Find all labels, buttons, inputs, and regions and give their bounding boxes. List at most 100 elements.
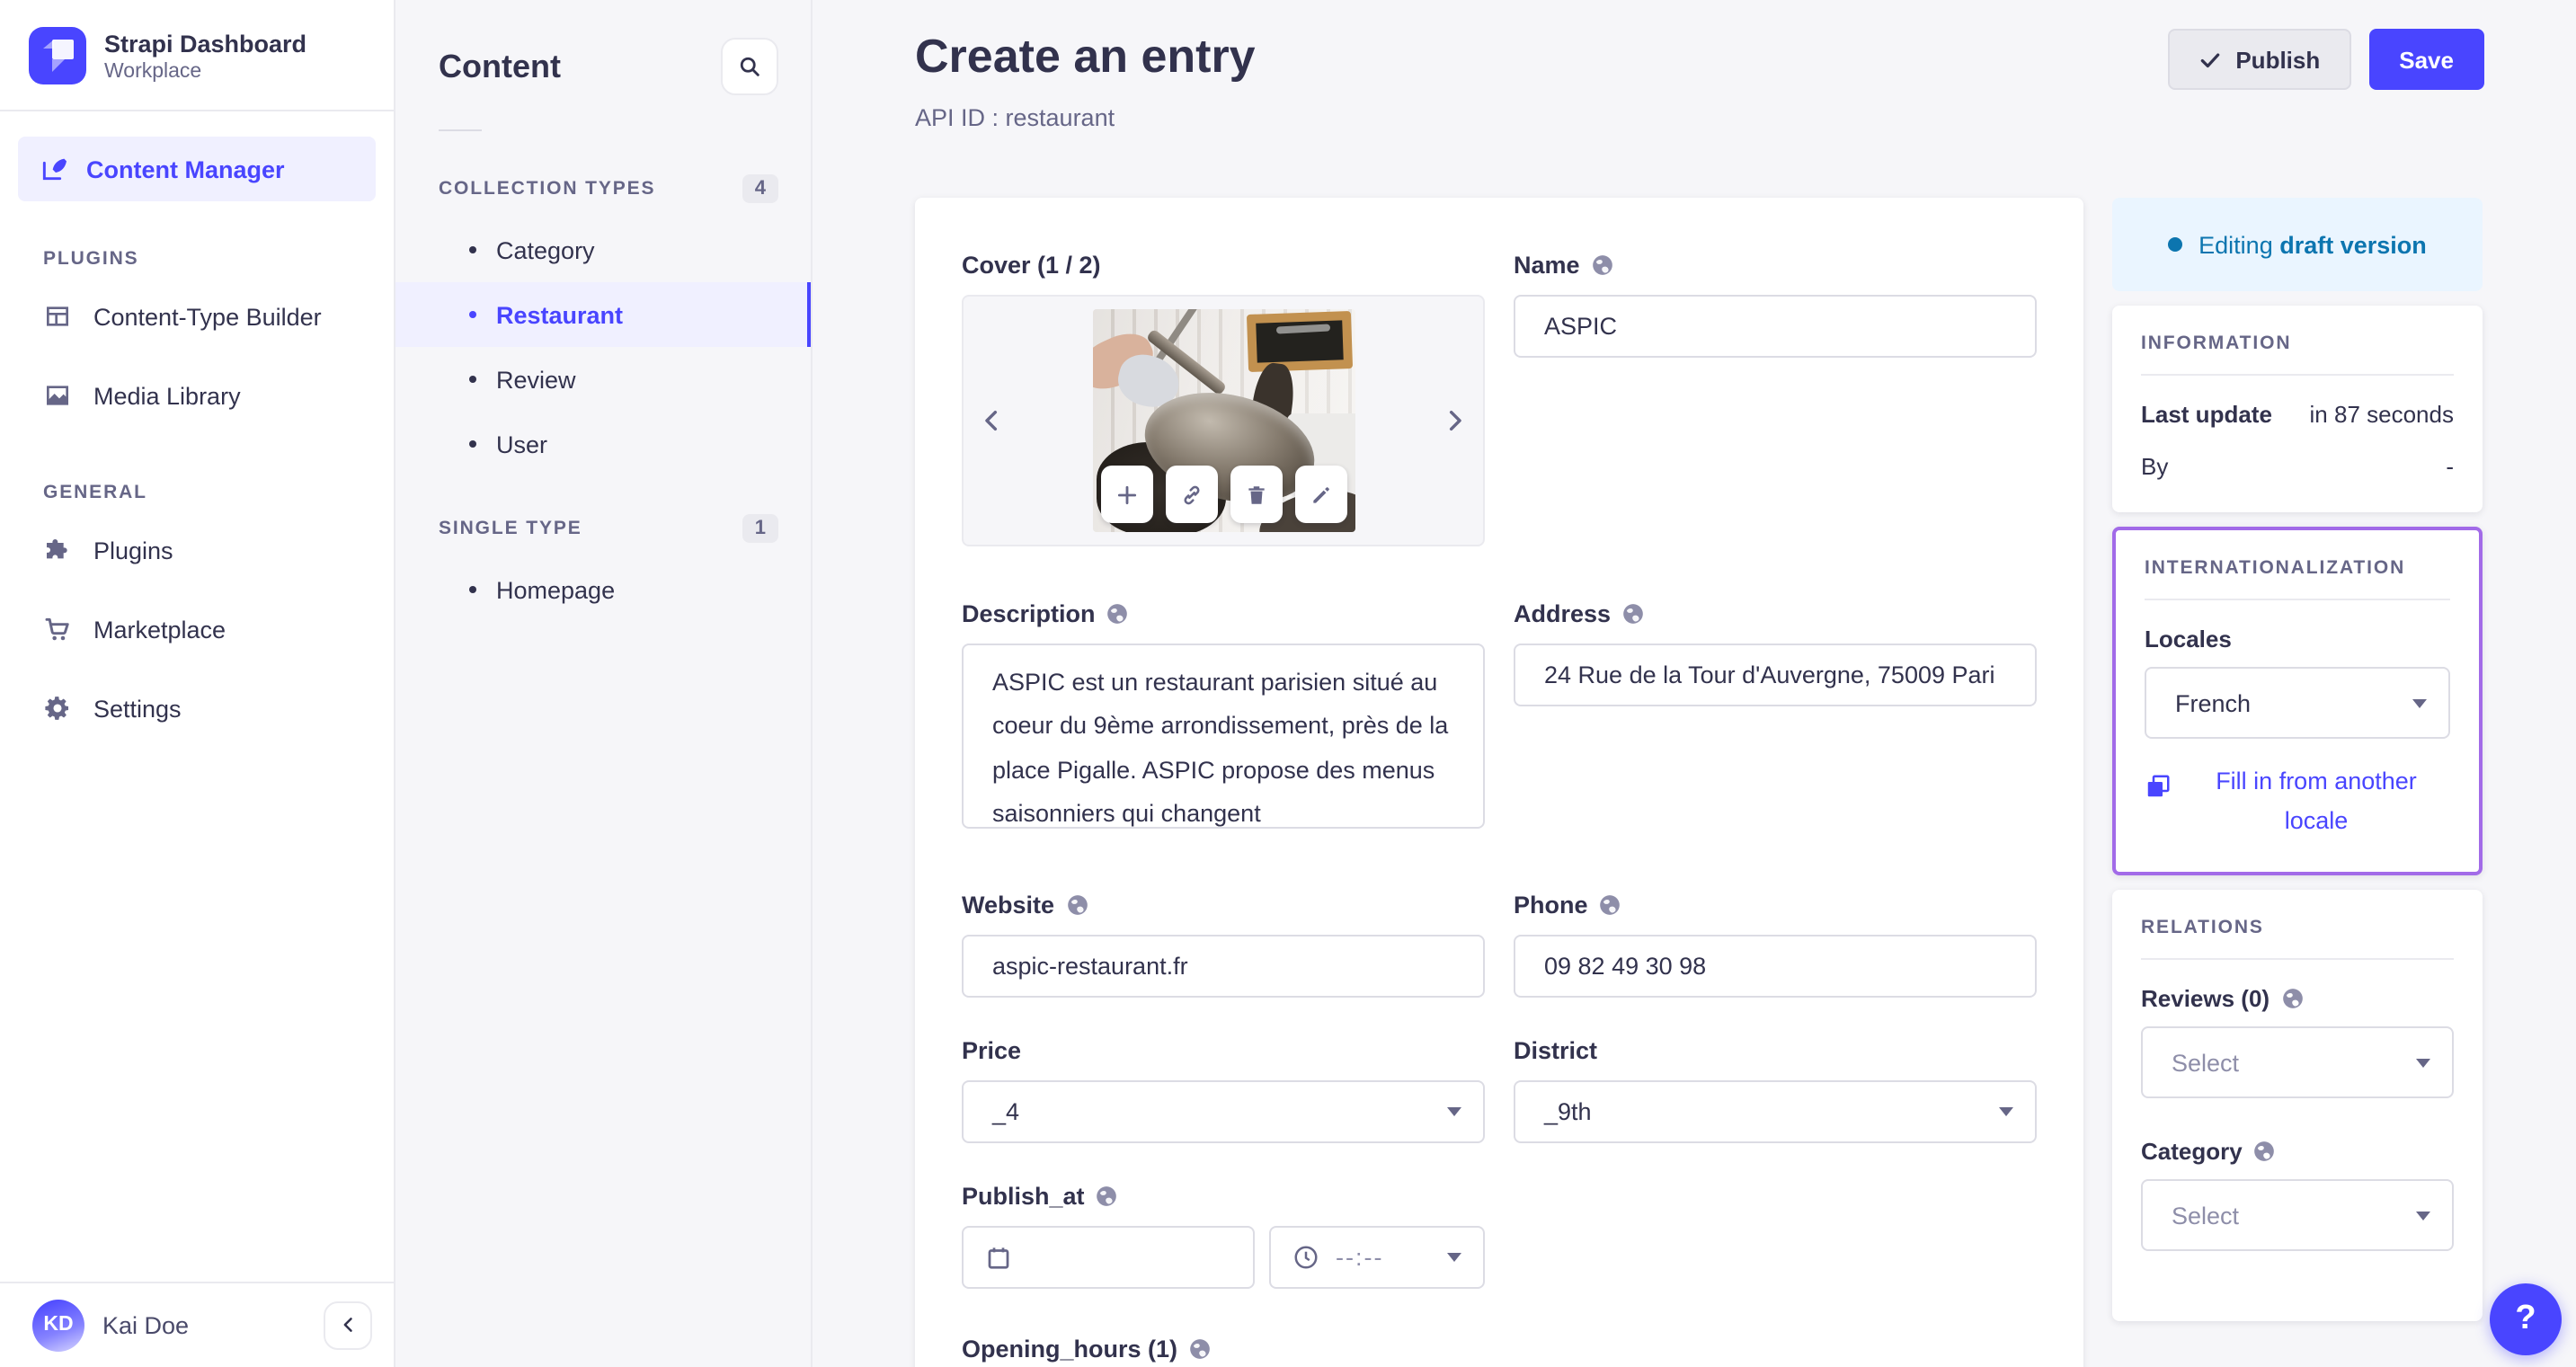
locale-value: French bbox=[2175, 689, 2252, 716]
opening-hours-label: Opening_hours (1) bbox=[962, 1336, 1178, 1363]
information-card: INFORMATION Last update in 87 seconds By… bbox=[2112, 306, 2483, 512]
phone-input[interactable] bbox=[1514, 935, 2037, 998]
field-name: Name bbox=[1514, 252, 2037, 546]
sidebar-item-label: Content Manager bbox=[86, 155, 285, 182]
calendar-icon bbox=[985, 1244, 1012, 1271]
subnav-item-restaurant[interactable]: Restaurant bbox=[395, 282, 811, 347]
sidebar-item-label: Media Library bbox=[93, 382, 241, 409]
user-row: KD Kai Doe bbox=[0, 1283, 394, 1367]
description-textarea[interactable]: ASPIC est un restaurant parisien situé a… bbox=[962, 644, 1485, 829]
sidebar-item-media-library[interactable]: Media Library bbox=[0, 356, 394, 435]
carousel-prev-button[interactable] bbox=[978, 406, 1007, 435]
reviews-select[interactable]: Select bbox=[2141, 1026, 2454, 1099]
subnav-item-category[interactable]: Category bbox=[395, 217, 811, 282]
address-input[interactable] bbox=[1514, 644, 2037, 706]
reviews-label: Reviews (0) bbox=[2141, 985, 2270, 1013]
reviews-placeholder: Select bbox=[2172, 1049, 2240, 1077]
save-button[interactable]: Save bbox=[2368, 29, 2484, 90]
price-label: Price bbox=[962, 1037, 1022, 1064]
field-opening-hours: Opening_hours (1) bbox=[962, 1336, 2037, 1363]
page-title: Create an entry bbox=[915, 29, 1256, 83]
subnav-item-user[interactable]: User bbox=[395, 412, 811, 476]
district-select[interactable]: _9th bbox=[1514, 1080, 2037, 1143]
subnav-item-label: Restaurant bbox=[496, 301, 624, 328]
brand-subtitle: Workplace bbox=[104, 60, 202, 82]
chevron-down-icon bbox=[1447, 1253, 1461, 1262]
cart-icon bbox=[43, 615, 72, 644]
sidebar-item-content-type-builder[interactable]: Content-Type Builder bbox=[0, 277, 394, 356]
subnav-item-label: Homepage bbox=[496, 576, 616, 603]
collection-types-count-badge: 4 bbox=[742, 174, 778, 203]
status-dot bbox=[2168, 237, 2183, 252]
publish-button[interactable]: Publish bbox=[2167, 29, 2351, 90]
sidebar-section-plugins: PLUGINS bbox=[43, 248, 139, 270]
divider bbox=[2141, 958, 2454, 961]
chevron-down-icon bbox=[2416, 1211, 2430, 1221]
sidebar-item-label: Content-Type Builder bbox=[93, 303, 322, 330]
main-content: Create an entry API ID : restaurant Publ… bbox=[813, 0, 2576, 1367]
search-button[interactable] bbox=[721, 38, 778, 95]
globe-icon bbox=[1096, 1185, 1119, 1208]
subnav-item-review[interactable]: Review bbox=[395, 347, 811, 412]
address-label: Address bbox=[1514, 600, 1612, 627]
plus-icon bbox=[1115, 483, 1138, 506]
sidebar-item-plugins[interactable]: Plugins bbox=[0, 510, 394, 590]
clock-icon bbox=[1292, 1244, 1319, 1271]
copy-icon bbox=[2145, 773, 2172, 800]
name-input[interactable] bbox=[1514, 295, 2037, 358]
field-description: Description ASPIC est un restaurant pari… bbox=[962, 600, 1485, 838]
strapi-logo-icon bbox=[29, 27, 86, 84]
divider bbox=[439, 129, 482, 131]
help-button[interactable]: ? bbox=[2490, 1283, 2562, 1354]
district-value: _9th bbox=[1544, 1098, 1592, 1125]
category-select[interactable]: Select bbox=[2141, 1179, 2454, 1252]
district-label: District bbox=[1514, 1037, 1598, 1064]
collapse-sidebar-button[interactable] bbox=[324, 1300, 372, 1349]
single-type-count-badge: 1 bbox=[742, 514, 778, 543]
globe-icon bbox=[1188, 1337, 1212, 1361]
globe-icon bbox=[1591, 253, 1614, 277]
field-category: Category Select bbox=[2141, 1138, 2454, 1252]
divider bbox=[2145, 599, 2450, 600]
delete-asset-button[interactable] bbox=[1230, 466, 1282, 523]
sidebar-item-content-manager[interactable]: Content Manager bbox=[18, 137, 376, 201]
internationalization-card: INTERNATIONALIZATION Locales French Fill… bbox=[2112, 527, 2483, 876]
pen-icon bbox=[40, 155, 68, 183]
category-placeholder: Select bbox=[2172, 1202, 2240, 1229]
date-picker[interactable] bbox=[962, 1226, 1255, 1289]
copy-link-button[interactable] bbox=[1165, 466, 1217, 523]
chevron-down-icon bbox=[1999, 1107, 2013, 1116]
search-icon bbox=[737, 54, 762, 79]
name-label: Name bbox=[1514, 252, 1580, 279]
fill-from-locale-link[interactable]: Fill in from another locale bbox=[2145, 762, 2450, 839]
relations-card: RELATIONS Reviews (0) Select Category Se… bbox=[2112, 890, 2483, 1322]
website-input[interactable] bbox=[962, 935, 1485, 998]
chevron-down-icon bbox=[1447, 1107, 1461, 1116]
subnav-title: Content bbox=[439, 48, 561, 84]
user-name: Kai Doe bbox=[102, 1311, 190, 1338]
brand[interactable]: Strapi Dashboard Workplace bbox=[0, 0, 394, 110]
subnav-item-homepage[interactable]: Homepage bbox=[395, 557, 811, 622]
bullet-dot bbox=[469, 376, 476, 383]
avatar[interactable]: KD bbox=[32, 1299, 84, 1351]
sidebar-item-settings[interactable]: Settings bbox=[0, 669, 394, 748]
subnav-item-label: Review bbox=[496, 366, 576, 393]
website-label: Website bbox=[962, 892, 1055, 919]
pencil-icon bbox=[1309, 483, 1332, 506]
time-picker[interactable]: --:-- bbox=[1269, 1226, 1485, 1289]
edit-asset-button[interactable] bbox=[1294, 466, 1346, 523]
api-id-subtitle: API ID : restaurant bbox=[915, 104, 1115, 131]
locales-select[interactable]: French bbox=[2145, 667, 2450, 739]
field-district: District _9th bbox=[1514, 1037, 2037, 1143]
link-icon bbox=[1179, 483, 1203, 506]
add-asset-button[interactable] bbox=[1100, 466, 1152, 523]
cover-image[interactable] bbox=[1092, 309, 1355, 532]
sidebar-item-marketplace[interactable]: Marketplace bbox=[0, 590, 394, 669]
time-placeholder: --:-- bbox=[1336, 1244, 1384, 1271]
publish-label: Publish bbox=[2235, 46, 2321, 73]
carousel-next-button[interactable] bbox=[1440, 406, 1469, 435]
trash-icon bbox=[1244, 483, 1267, 506]
sidebar-section-general: GENERAL bbox=[43, 482, 147, 503]
subnav-item-label: Category bbox=[496, 236, 595, 263]
price-select[interactable]: _4 bbox=[962, 1080, 1485, 1143]
